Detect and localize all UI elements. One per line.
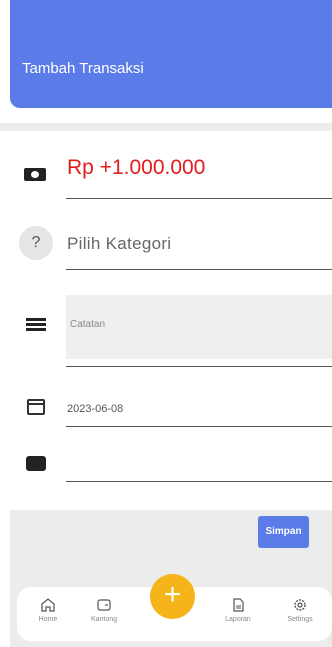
category-underline: [66, 269, 332, 270]
nav-item-kantong[interactable]: Kantong: [79, 597, 129, 623]
app-header: Tambah Transaksi: [10, 0, 332, 108]
notes-placeholder: Catatan: [70, 319, 106, 330]
notes-underline: [66, 366, 332, 367]
nav-label-settings: Settings: [287, 616, 313, 623]
wallet-icon: [97, 599, 111, 611]
home-icon: [41, 598, 55, 612]
wallet-underline: [66, 481, 332, 482]
category-icon[interactable]: ?: [19, 226, 53, 260]
date-underline: [66, 426, 332, 427]
wallet-field[interactable]: [67, 455, 327, 475]
nav-item-laporan[interactable]: Laporan: [213, 597, 263, 623]
nav-item-settings[interactable]: Settings: [275, 597, 325, 623]
nav-label-laporan: Laporan: [225, 616, 251, 623]
date-field[interactable]: 2023-06-08: [67, 403, 123, 415]
wallet-icon: [26, 456, 46, 471]
calendar-icon: [27, 399, 45, 415]
nav-label-kantong: Kantong: [90, 616, 118, 623]
category-picker[interactable]: Pilih Kategori: [67, 234, 171, 254]
notes-field[interactable]: Catatan: [66, 295, 332, 359]
amount-underline: [66, 198, 332, 199]
report-icon: [233, 598, 244, 612]
save-button[interactable]: Simpan: [258, 516, 309, 548]
add-transaction-button[interactable]: +: [150, 574, 195, 619]
divider-band: [0, 123, 332, 131]
nav-label-home: Home: [38, 616, 58, 623]
page-title: Tambah Transaksi: [22, 60, 144, 77]
money-icon: [24, 168, 46, 181]
nav-item-home[interactable]: Home: [23, 597, 73, 623]
notes-icon: [26, 318, 46, 332]
amount-field[interactable]: Rp +1.000.000: [67, 156, 205, 180]
gear-icon: [294, 599, 306, 611]
